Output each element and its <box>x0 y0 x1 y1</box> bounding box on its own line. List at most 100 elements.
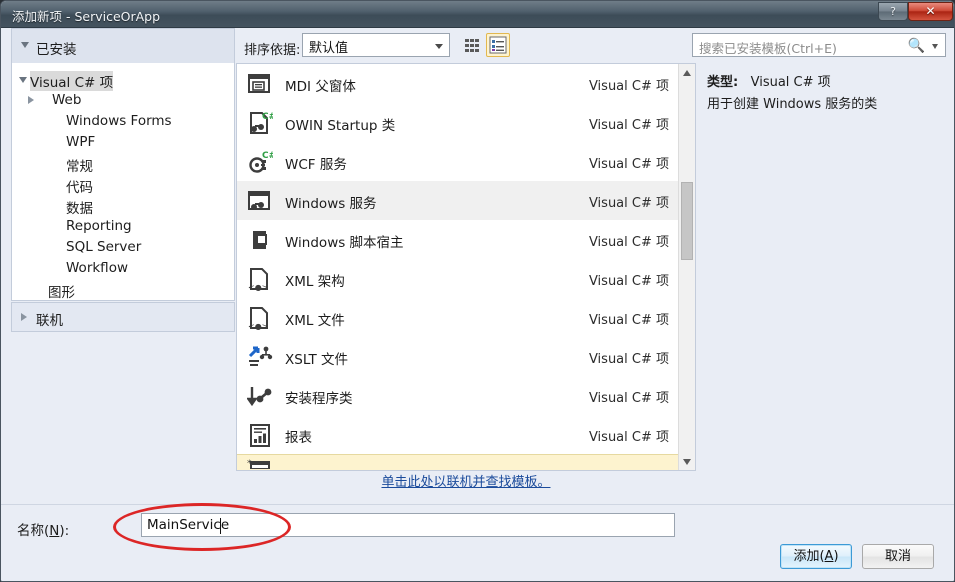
installed-section-header[interactable]: 已安装 <box>11 28 235 63</box>
template-item-name: 报表 <box>285 430 312 446</box>
tree-node-4[interactable]: 常规 <box>12 153 234 175</box>
tree-node-label: Web <box>52 92 82 108</box>
add-new-item-dialog: 添加新项 - ServiceOrApp ? ✕ 已安装 排序依据: 默认值 搜索… <box>0 0 955 582</box>
template-list-item[interactable]: * <box>237 454 679 470</box>
tree-node-label: WPF <box>66 134 96 150</box>
tree-node-2[interactable]: Windows Forms <box>12 111 234 132</box>
template-item-kind: Visual C# 项 <box>588 196 669 211</box>
chevron-right-icon <box>28 96 34 104</box>
sort-by-dropdown[interactable]: 默认值 <box>302 33 450 57</box>
search-templates-box[interactable]: 搜索已安装模板(Ctrl+E) 🔍 <box>692 33 946 57</box>
svg-text:<●>: <●> <box>248 322 268 331</box>
tree-node-online-label: 联机 <box>36 313 63 329</box>
windows-script-host-icon <box>247 227 273 253</box>
tree-node-online[interactable]: 联机 <box>11 302 235 332</box>
tree-node-label: SQL Server <box>66 239 142 255</box>
svg-text:*: * <box>247 459 252 469</box>
name-label-text: 名称 <box>17 523 44 539</box>
grid-icon <box>465 39 479 52</box>
tree-node-9[interactable]: Workflow <box>12 258 234 279</box>
tree-node-label: 数据 <box>66 201 93 217</box>
tree-node-5[interactable]: 代码 <box>12 174 234 196</box>
installer-class-icon <box>246 383 273 409</box>
installed-templates-tree: Visual C# 项 Web Windows Forms WPF 常规代码数据 Repo… <box>11 63 235 301</box>
template-list-item[interactable]: MDI 父窗体 Visual C# 项 <box>237 64 679 103</box>
template-type-label: 类型: <box>707 75 739 90</box>
windows-service-icon <box>247 188 273 214</box>
partial-row-icon: * <box>247 457 273 470</box>
mdi-parent-form-icon <box>247 71 273 97</box>
template-list-item[interactable]: C# OWIN Startup 类 Visual C# 项 <box>237 103 679 142</box>
template-item-name: XML 架构 <box>285 274 345 290</box>
help-button[interactable]: ? <box>878 2 908 21</box>
tree-node-label: 图形 <box>48 285 75 301</box>
scrollbar-thumb[interactable] <box>681 182 693 260</box>
template-info-panel: 类型: Visual C# 项 用于创建 Windows 服务的类 <box>697 63 946 471</box>
xml-file-icon: <●> <box>247 305 273 331</box>
svg-text:C#: C# <box>262 112 273 122</box>
template-item-kind: Visual C# 项 <box>588 118 669 133</box>
chevron-down-icon <box>19 77 27 83</box>
template-list-item[interactable]: Windows 脚本宿主 Visual C# 项 <box>237 220 679 259</box>
template-item-name: WCF 服务 <box>285 157 347 173</box>
template-list-item[interactable]: XSLT 文件 Visual C# 项 <box>237 337 679 376</box>
template-list-item[interactable]: <●> XML 架构 Visual C# 项 <box>237 259 679 298</box>
add-button-label: 添加 <box>793 549 820 564</box>
scroll-down-button[interactable] <box>679 453 695 470</box>
add-button-suffix: ) <box>833 549 839 564</box>
medium-icons-view-button[interactable] <box>460 33 484 57</box>
tree-node-3[interactable]: WPF <box>12 132 234 153</box>
template-item-name: MDI 父窗体 <box>285 79 356 95</box>
search-input[interactable]: 搜索已安装模板(Ctrl+E) <box>699 38 837 57</box>
online-templates-link-row: 单击此处以联机并查找模板。 <box>236 471 696 501</box>
tree-node-label: Reporting <box>66 218 132 234</box>
footer-divider <box>1 504 954 505</box>
dialog-toolbar: 已安装 排序依据: 默认值 搜索已安装模板(Ctrl+E) 🔍 <box>1 28 954 63</box>
tree-node-10[interactable]: 图形 <box>12 279 234 300</box>
template-list-scrollbar[interactable] <box>678 64 695 470</box>
tree-node-label: Workflow <box>66 260 128 276</box>
window-title: 添加新项 - ServiceOrApp <box>12 9 161 24</box>
close-button[interactable]: ✕ <box>908 2 953 21</box>
name-field-label: 名称(N): <box>17 523 70 539</box>
template-item-kind: Visual C# 项 <box>588 313 669 328</box>
tree-node-7[interactable]: Reporting <box>12 216 234 237</box>
template-item-name: Windows 服务 <box>285 196 377 212</box>
tree-node-0[interactable]: Visual C# 项 <box>12 69 234 91</box>
template-list-item[interactable]: <●> XML 文件 Visual C# 项 <box>237 298 679 337</box>
template-type-row: 类型: Visual C# 项 <box>707 71 831 90</box>
template-item-name: 安装程序类 <box>285 391 353 407</box>
sort-by-label: 排序依据: <box>244 43 301 58</box>
tree-node-label: 代码 <box>66 180 93 196</box>
template-list-item[interactable]: 报表 Visual C# 项 <box>237 415 679 454</box>
scroll-up-button[interactable] <box>679 64 695 81</box>
xslt-file-icon <box>247 344 273 370</box>
template-item-kind: Visual C# 项 <box>588 157 669 172</box>
red-ellipse-annotation <box>113 503 291 551</box>
template-list-item[interactable]: Windows 服务 Visual C# 项 <box>237 181 679 220</box>
cancel-button[interactable]: 取消 <box>862 544 934 569</box>
tree-node-8[interactable]: SQL Server <box>12 237 234 258</box>
svg-text:<●>: <●> <box>248 283 268 292</box>
template-item-kind: Visual C# 项 <box>588 430 669 445</box>
find-templates-online-link[interactable]: 单击此处以联机并查找模板。 <box>381 475 550 490</box>
chevron-up-icon <box>683 70 691 76</box>
template-description: 用于创建 Windows 服务的类 <box>707 97 878 112</box>
chevron-down-icon <box>435 44 443 49</box>
title-bar: 添加新项 - ServiceOrApp ? ✕ <box>1 1 954 28</box>
tree-node-label: 常规 <box>66 159 93 175</box>
template-item-name: XML 文件 <box>285 313 345 329</box>
template-list[interactable]: * 报表 Visual C# 项安装程序类 Visual C# 项 XSLT 文件 Vis… <box>236 63 696 471</box>
template-list-item[interactable]: C# WCF 服务 Visual C# 项 <box>237 142 679 181</box>
wcf-service-icon: C# <box>247 149 276 175</box>
tree-node-1[interactable]: Web <box>12 90 234 111</box>
list-view-button[interactable] <box>486 33 510 57</box>
chevron-down-icon[interactable] <box>932 44 938 49</box>
name-label-accesskey: N <box>49 523 60 539</box>
template-list-item[interactable]: 安装程序类 Visual C# 项 <box>237 376 679 415</box>
add-button[interactable]: 添加(A) <box>780 544 852 569</box>
tree-node-label: Visual C# 项 <box>30 71 114 91</box>
tree-node-6[interactable]: 数据 <box>12 195 234 217</box>
name-label-suffix: ): <box>59 523 70 539</box>
chevron-right-icon <box>21 313 27 321</box>
